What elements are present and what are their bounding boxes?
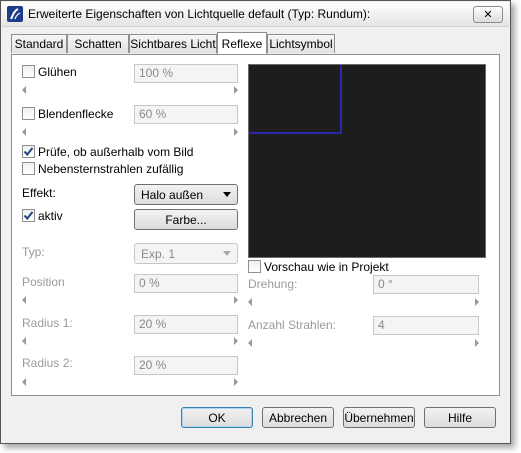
pruefe-label: Prüfe, ob außerhalb vom Bild bbox=[38, 145, 194, 159]
blendenflecke-value-field[interactable]: 60 % bbox=[134, 105, 238, 124]
gluehen-slider[interactable] bbox=[22, 85, 238, 95]
radius2-slider[interactable] bbox=[22, 377, 238, 387]
effekt-select[interactable]: Halo außen bbox=[134, 184, 238, 205]
gluehen-label: Glühen bbox=[38, 65, 77, 79]
vorschau-checkbox[interactable] bbox=[248, 260, 261, 273]
ok-button[interactable]: OK bbox=[181, 407, 253, 428]
tab-reflexe[interactable]: Reflexe bbox=[217, 32, 267, 54]
effekt-label: Effekt: bbox=[22, 186, 56, 200]
preview-lines bbox=[249, 65, 342, 134]
drehung-value-field[interactable]: 0 ° bbox=[373, 275, 479, 294]
tab-standard[interactable]: Standard bbox=[11, 34, 67, 53]
radius1-label: Radius 1: bbox=[22, 316, 73, 330]
chevron-down-icon bbox=[223, 251, 231, 256]
app-logo-icon bbox=[7, 6, 23, 22]
checkmark-icon bbox=[23, 211, 34, 221]
farbe-button[interactable]: Farbe... bbox=[134, 209, 238, 230]
gluehen-checkbox[interactable] bbox=[22, 65, 35, 78]
nebensternstrahlen-checkbox[interactable] bbox=[22, 162, 35, 175]
pruefe-checkbox[interactable] bbox=[22, 145, 35, 158]
position-value-field[interactable]: 0 % bbox=[134, 274, 238, 293]
strahlen-label: Anzahl Strahlen: bbox=[248, 318, 337, 332]
blendenflecke-checkbox[interactable] bbox=[22, 107, 35, 120]
uebernehmen-button[interactable]: Übernehmen bbox=[343, 407, 415, 428]
nebensternstrahlen-label: Nebensternstrahlen zufällig bbox=[38, 162, 184, 176]
close-button[interactable]: ✕ bbox=[473, 6, 503, 23]
dialog-window: Erweiterte Eigenschaften von Lichtquelle… bbox=[0, 0, 511, 444]
radius2-value-field[interactable]: 20 % bbox=[134, 356, 238, 375]
radius1-slider[interactable] bbox=[22, 336, 238, 346]
hilfe-button[interactable]: Hilfe bbox=[424, 407, 496, 428]
tab-schatten[interactable]: Schatten bbox=[67, 34, 129, 53]
effekt-selected-value: Halo außen bbox=[141, 188, 204, 202]
drehung-label: Drehung: bbox=[248, 277, 298, 291]
aktiv-label: aktiv bbox=[38, 209, 63, 223]
aktiv-checkbox[interactable] bbox=[22, 209, 35, 222]
tab-sichtbares-licht[interactable]: Sichtbares Licht bbox=[129, 34, 217, 53]
strahlen-value-field[interactable]: 4 bbox=[373, 316, 479, 335]
position-label: Position bbox=[22, 275, 65, 289]
chevron-down-icon bbox=[223, 192, 231, 197]
close-icon: ✕ bbox=[483, 9, 493, 21]
title-bar[interactable]: Erweiterte Eigenschaften von Lichtquelle… bbox=[2, 2, 509, 27]
drehung-slider[interactable] bbox=[248, 297, 479, 307]
abbrechen-button[interactable]: Abbrechen bbox=[262, 407, 334, 428]
typ-selected-value: Exp. 1 bbox=[141, 247, 176, 261]
blendenflecke-slider[interactable] bbox=[22, 127, 238, 137]
radius2-label: Radius 2: bbox=[22, 356, 73, 370]
radius1-value-field[interactable]: 20 % bbox=[134, 315, 238, 334]
vorschau-label: Vorschau wie in Projekt bbox=[264, 260, 389, 274]
preview-canvas bbox=[248, 64, 486, 258]
strahlen-slider[interactable] bbox=[248, 338, 479, 348]
window-title: Erweiterte Eigenschaften von Lichtquelle… bbox=[28, 7, 371, 21]
position-slider[interactable] bbox=[22, 295, 238, 305]
tab-lichtsymbol[interactable]: Lichtsymbol bbox=[267, 34, 335, 53]
blendenflecke-label: Blendenflecke bbox=[38, 107, 114, 121]
typ-select[interactable]: Exp. 1 bbox=[134, 243, 238, 264]
checkmark-icon bbox=[23, 147, 34, 157]
gluehen-value-field[interactable]: 100 % bbox=[134, 64, 238, 83]
typ-label: Typ: bbox=[22, 245, 45, 259]
